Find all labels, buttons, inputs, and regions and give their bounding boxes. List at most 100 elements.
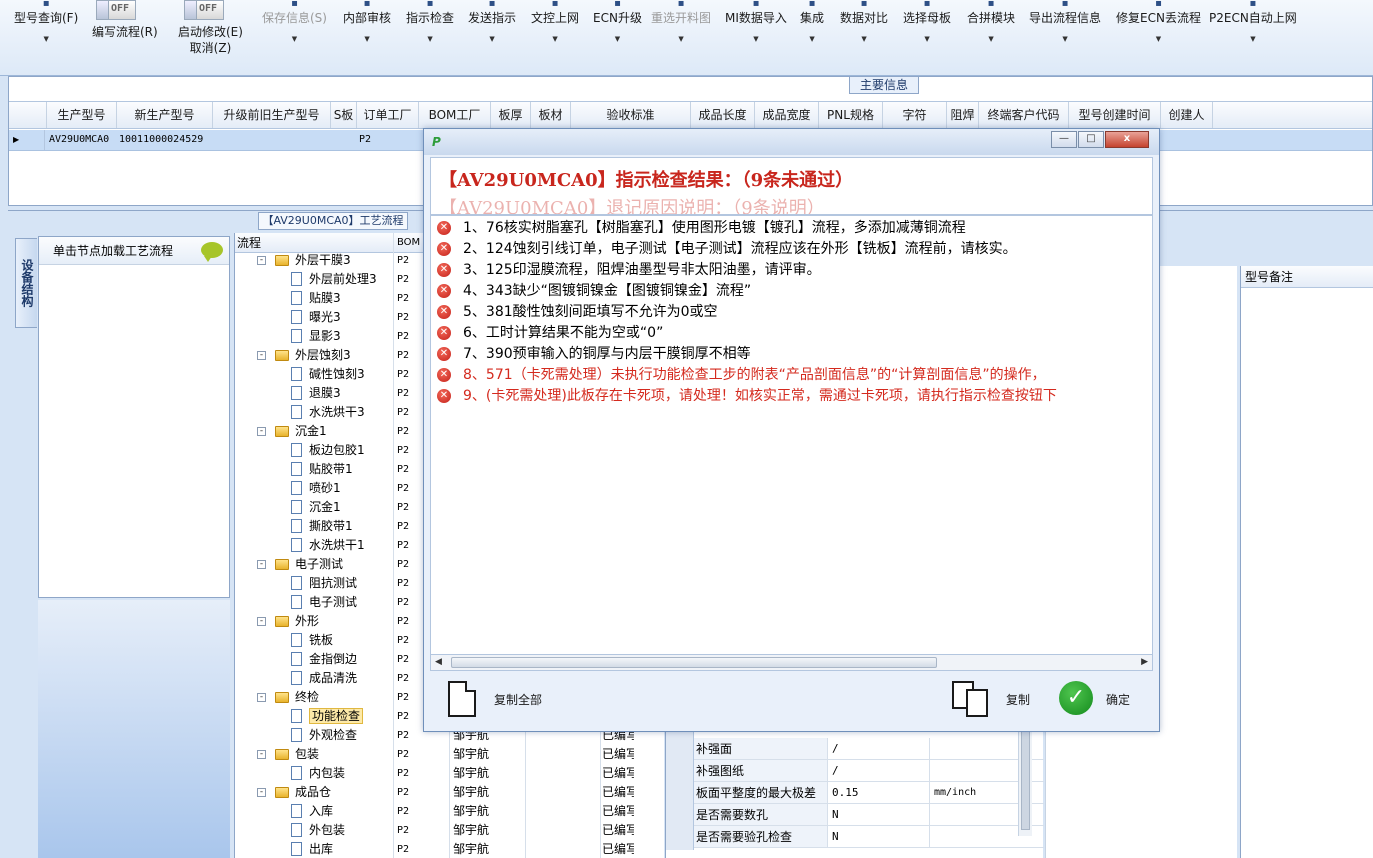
attribute-row[interactable]: 补强面 / bbox=[694, 738, 1044, 760]
message-list: ✕ 1、76核实树脂塞孔【树脂塞孔】使用图形电镀【镀孔】流程，多添加减薄铜流程 ✕ 2… bbox=[430, 215, 1153, 655]
copy-all-button[interactable]: 复制全部 bbox=[494, 691, 542, 708]
copy-button[interactable]: 复制 bbox=[1006, 691, 1030, 708]
toggle-switch[interactable]: OFF bbox=[96, 0, 136, 20]
column-header[interactable]: S板 bbox=[331, 102, 357, 128]
tree-node-label: 外包装 bbox=[309, 821, 345, 840]
attribute-row[interactable]: 是否需要验孔检查 N bbox=[694, 826, 1044, 848]
main-info-tab[interactable]: 主要信息 bbox=[849, 76, 919, 94]
column-header[interactable]: 板厚 bbox=[491, 102, 531, 128]
toolbar-item-11[interactable]: ▪ 集成 ▼ bbox=[800, 0, 824, 60]
attribute-row[interactable]: 板面平整度的最大极差 0.15 mm/inch bbox=[694, 782, 1044, 804]
list-item[interactable]: ✕ 4、343缺少“图镀铜镍金【图镀铜镍金】流程” bbox=[435, 281, 1150, 302]
column-header[interactable]: 验收标准 bbox=[571, 102, 691, 128]
collapse-icon[interactable]: - bbox=[257, 560, 266, 569]
ok-button[interactable]: 确定 bbox=[1106, 691, 1130, 708]
attribute-row[interactable]: 补强图纸 / bbox=[694, 760, 1044, 782]
scroll-thumb[interactable] bbox=[451, 657, 937, 668]
toolbar-item-5[interactable]: ▪ 指示检查 ▼ bbox=[406, 0, 454, 60]
toolbar-label: 选择母板 bbox=[903, 11, 952, 25]
tree-node-text: 终检 bbox=[295, 690, 320, 704]
collapse-icon[interactable]: - bbox=[257, 256, 266, 265]
toolbar-item-17[interactable]: ▪ P2ECN自动上网 ▼ bbox=[1209, 0, 1297, 60]
list-item[interactable]: ✕ 1、76核实树脂塞孔【树脂塞孔】使用图形电镀【镀孔】流程，多添加减薄铜流程 bbox=[435, 218, 1150, 239]
column-header[interactable]: 新生产型号 bbox=[117, 102, 213, 128]
column-header[interactable]: 终端客户代码 bbox=[979, 102, 1069, 128]
tree-node[interactable]: - 成品仓 P2 邹宇航 已编写 bbox=[235, 783, 665, 802]
toolbar-item-3[interactable]: ▪ 保存信息(S) ▼ bbox=[262, 0, 327, 60]
toolbar-item-6[interactable]: ▪ 发送指示 ▼ bbox=[468, 0, 516, 60]
column-header[interactable]: 字符 bbox=[883, 102, 947, 128]
tree-node-text: 板边包胶1 bbox=[309, 443, 365, 457]
dialog-titlebar[interactable]: P — □ x bbox=[424, 129, 1159, 155]
tree-node-text: 退膜3 bbox=[309, 386, 341, 400]
scroll-left-icon[interactable]: ◀ bbox=[435, 657, 442, 667]
toolbar-item-9[interactable]: ▪ 重选开料图 ▼ bbox=[651, 0, 711, 60]
column-header[interactable]: 创建人 bbox=[1161, 102, 1213, 128]
column-header[interactable]: 型号创建时间 bbox=[1069, 102, 1161, 128]
tree-node-label: 出库 bbox=[309, 840, 333, 858]
toolbar-item-8[interactable]: ▪ ECN升级 ▼ bbox=[593, 0, 642, 60]
toolbar-item-14[interactable]: ▪ 合拼模块 ▼ bbox=[967, 0, 1015, 60]
side-tab-equipment[interactable]: 设备结构 bbox=[15, 238, 37, 328]
tree-node[interactable]: 出库 P2 邹宇航 已编写 bbox=[235, 840, 665, 858]
toolbar-item-15[interactable]: ▪ 导出流程信息 ▼ bbox=[1029, 0, 1101, 60]
column-header[interactable]: 阻焊 bbox=[947, 102, 979, 128]
toolbar-item-4[interactable]: ▪ 内部审核 ▼ bbox=[343, 0, 391, 60]
close-button[interactable]: x bbox=[1105, 131, 1149, 148]
list-item[interactable]: ✕ 7、390预审输入的铜厚与内层干膜铜厚不相等 bbox=[435, 344, 1150, 365]
attribute-scrollbar[interactable] bbox=[1018, 726, 1032, 836]
toolbar-icon: ▪ bbox=[488, 0, 496, 9]
document-icon[interactable] bbox=[448, 681, 476, 717]
collapse-icon[interactable]: - bbox=[257, 617, 266, 626]
check-icon[interactable]: ✓ bbox=[1059, 681, 1093, 715]
list-item[interactable]: ✕ 2、124蚀刻引线订单，电子测试【电子测试】流程应该在外形【铣板】流程前，请核… bbox=[435, 239, 1150, 260]
toolbar-item-13[interactable]: ▪ 选择母板 ▼ bbox=[903, 0, 951, 60]
column-header[interactable]: BOM工厂 bbox=[419, 102, 491, 128]
message-hscrollbar[interactable]: ◀ ▶ bbox=[430, 655, 1153, 671]
toolbar-item-16[interactable]: ▪ 修复ECN丢流程 ▼ bbox=[1116, 0, 1201, 60]
process-tab[interactable]: 【AV29U0MCA0】工艺流程 bbox=[258, 212, 408, 230]
tree-node-bom: P2 bbox=[397, 540, 410, 551]
collapse-icon[interactable]: - bbox=[257, 750, 266, 759]
toolbar-item-1[interactable]: OFF 编写流程(R) bbox=[92, 0, 158, 60]
scroll-thumb[interactable] bbox=[1021, 730, 1030, 830]
column-header[interactable]: 订单工厂 bbox=[357, 102, 419, 128]
tree-node[interactable]: - 包装 P2 邹宇航 已编写 bbox=[235, 745, 665, 764]
list-item[interactable]: ✕ 6、工时计算结果不能为空或“0” bbox=[435, 323, 1150, 344]
tree-node[interactable]: 外包装 P2 邹宇航 已编写 bbox=[235, 821, 665, 840]
tree-node[interactable]: 内包装 P2 邹宇航 已编写 bbox=[235, 764, 665, 783]
grid-corner[interactable] bbox=[9, 102, 47, 128]
toolbar-item-10[interactable]: ▪ MI数据导入 ▼ bbox=[725, 0, 787, 60]
list-item[interactable]: ✕ 9、(卡死需处理)此板存在卡死项，请处理！如核实正常，需通过卡死项，请执行指示… bbox=[435, 386, 1150, 407]
column-header[interactable]: 成品长度 bbox=[691, 102, 755, 128]
toggle-switch[interactable]: OFF bbox=[184, 0, 224, 20]
list-item[interactable]: ✕ 5、381酸性蚀刻间距填写不允许为0或空 bbox=[435, 302, 1150, 323]
column-header[interactable]: 成品宽度 bbox=[755, 102, 819, 128]
toolbar-item-2[interactable]: OFF 启动修改(E) 取消(Z) bbox=[178, 0, 243, 60]
collapse-icon[interactable]: - bbox=[257, 427, 266, 436]
minimize-button[interactable]: — bbox=[1051, 131, 1077, 148]
attribute-row[interactable]: 是否需要数孔 N bbox=[694, 804, 1044, 826]
collapse-icon[interactable]: - bbox=[257, 788, 266, 797]
tree-node-text: 铣板 bbox=[309, 633, 334, 647]
column-header[interactable]: PNL规格 bbox=[819, 102, 883, 128]
tree-node-text: 外观检查 bbox=[309, 728, 358, 742]
column-header[interactable]: 生产型号 bbox=[47, 102, 117, 128]
toolbar-item-12[interactable]: ▪ 数据对比 ▼ bbox=[840, 0, 888, 60]
column-header[interactable]: 板材 bbox=[531, 102, 571, 128]
scroll-right-icon[interactable]: ▶ bbox=[1141, 657, 1148, 667]
copy-icon[interactable] bbox=[950, 679, 992, 719]
list-item[interactable]: ✕ 8、571（卡死需处理）未执行功能检查工步的附表“产品剖面信息”的“计算剖面信… bbox=[435, 365, 1150, 386]
tree-node-bom: P2 bbox=[397, 673, 410, 684]
toolbar-item-0[interactable]: ▪ 型号查询(F) ▼ bbox=[14, 0, 78, 60]
tree-node[interactable]: 入库 P2 邹宇航 已编写 bbox=[235, 802, 665, 821]
column-header[interactable]: 升级前旧生产型号 bbox=[213, 102, 331, 128]
collapse-icon[interactable]: - bbox=[257, 351, 266, 360]
list-item[interactable]: ✕ 3、125印湿膜流程，阻焊油墨型号非太阳油墨，请评审。 bbox=[435, 260, 1150, 281]
cell-order-factory: P2 bbox=[359, 134, 372, 145]
toolbar-item-7[interactable]: ▪ 文控上网 ▼ bbox=[531, 0, 579, 60]
maximize-button[interactable]: □ bbox=[1078, 131, 1104, 148]
collapse-icon[interactable]: - bbox=[257, 693, 266, 702]
toolbar-label: 启动修改(E) bbox=[178, 25, 243, 39]
speech-bubble-icon[interactable] bbox=[201, 242, 223, 262]
